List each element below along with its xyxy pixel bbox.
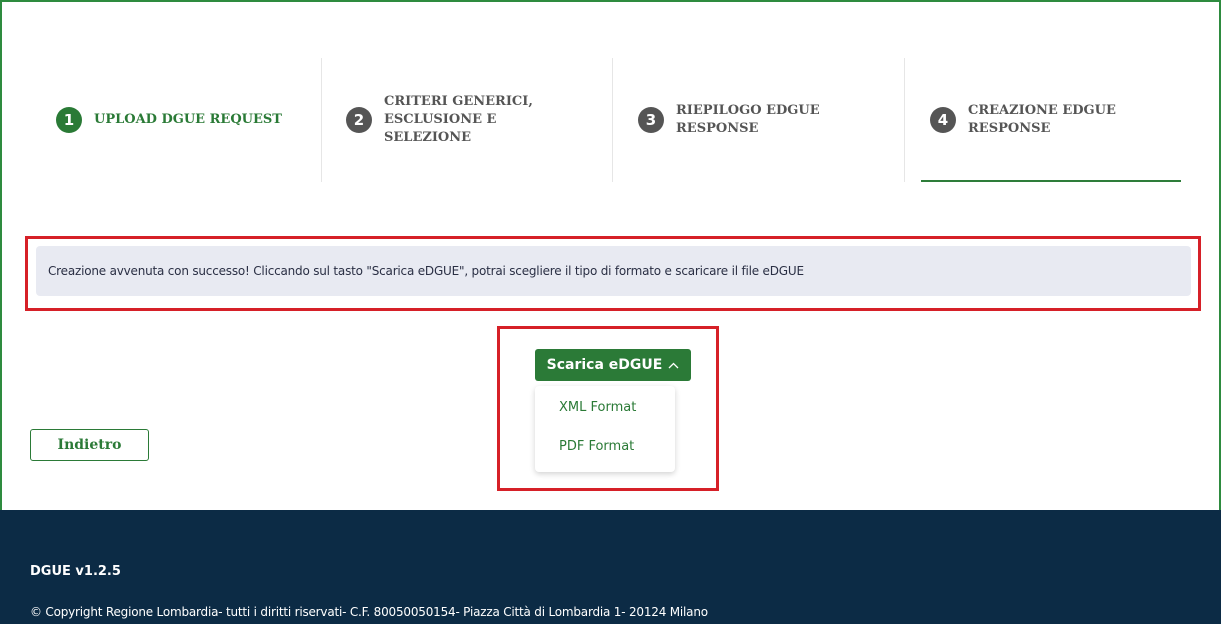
step-3-label: RIEPILOGO EDGUE RESPONSE	[676, 103, 820, 136]
step-1-label: UPLOAD DGUE REQUEST	[94, 112, 282, 127]
back-button[interactable]: Indietro	[30, 429, 149, 461]
step-2[interactable]: 2 CRITERI GENERICI, ESCLUSIONE E SELEZIO…	[346, 58, 596, 182]
step-3-number: 3	[638, 107, 664, 133]
step-3[interactable]: 3 RIEPILOGO EDGUE RESPONSE	[638, 58, 888, 182]
success-alert: Creazione avvenuta con successo! Cliccan…	[36, 246, 1191, 296]
download-edgue-label: Scarica eDGUE	[546, 357, 663, 373]
step-2-number: 2	[346, 107, 372, 133]
footer: DGUE v1.2.5 © Copyright Regione Lombardi…	[0, 510, 1221, 624]
step-divider	[904, 58, 905, 182]
download-edgue-button[interactable]: Scarica eDGUE	[535, 349, 691, 381]
step-divider	[321, 58, 322, 182]
step-4-number: 4	[930, 107, 956, 133]
step-2-label: CRITERI GENERICI, ESCLUSIONE E SELEZIONE	[384, 94, 533, 145]
step-1-number: 1	[56, 107, 82, 133]
step-divider	[612, 58, 613, 182]
step-4-label: CREAZIONE EDGUE RESPONSE	[968, 103, 1116, 136]
menu-item-xml-format[interactable]: XML Format	[559, 400, 636, 415]
stepper: 1 UPLOAD DGUE REQUEST 2 CRITERI GENERICI…	[30, 58, 1196, 182]
active-step-underline	[921, 180, 1181, 182]
step-1[interactable]: 1 UPLOAD DGUE REQUEST	[56, 58, 316, 182]
footer-copyright: © Copyright Regione Lombardia- tutti i d…	[30, 605, 708, 619]
chevron-up-icon	[668, 358, 679, 373]
step-4[interactable]: 4 CREAZIONE EDGUE RESPONSE	[930, 58, 1180, 182]
menu-item-pdf-format[interactable]: PDF Format	[559, 439, 634, 454]
download-format-menu: XML Format PDF Format	[535, 386, 675, 472]
success-alert-message: Creazione avvenuta con successo! Cliccan…	[48, 264, 804, 278]
footer-version: DGUE v1.2.5	[30, 564, 121, 579]
